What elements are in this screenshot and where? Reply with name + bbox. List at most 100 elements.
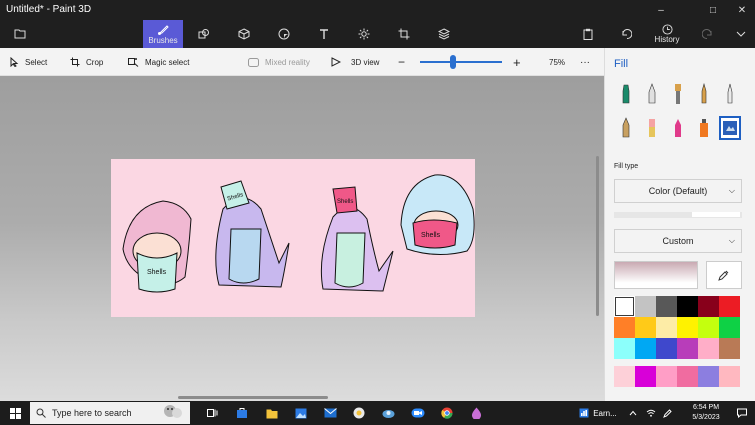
taskbar-app-zoom[interactable]	[407, 401, 429, 425]
3d-library-tab[interactable]	[434, 20, 454, 48]
color-swatch[interactable]	[698, 296, 719, 317]
color-swatch[interactable]	[614, 366, 635, 387]
select-button[interactable]: Select	[10, 48, 47, 76]
fill-tool[interactable]	[719, 116, 741, 140]
search-highlight-icon	[162, 403, 184, 423]
minimize-button[interactable]: –	[648, 0, 674, 20]
current-color-preview[interactable]	[614, 261, 698, 289]
paste-button[interactable]	[578, 20, 598, 48]
taskbar-app-mail[interactable]	[320, 401, 340, 425]
2d-shapes-tab[interactable]	[194, 20, 214, 48]
marker-tool[interactable]	[615, 82, 637, 106]
workspace[interactable]: Shells Shells Shells Shells	[0, 76, 604, 401]
history-button[interactable]: History	[650, 20, 684, 48]
3d-view-button[interactable]: 3D view	[331, 48, 379, 76]
color-swatch[interactable]	[635, 338, 656, 359]
taskbar-app-generic[interactable]	[378, 401, 398, 425]
color-swatch[interactable]	[614, 338, 635, 359]
taskbar-clock[interactable]: 6:54 PM 5/3/2023	[684, 403, 728, 423]
color-swatch[interactable]	[677, 317, 698, 338]
crayon-tool[interactable]	[667, 116, 689, 140]
color-swatch[interactable]	[677, 366, 698, 387]
collapse-ribbon-button[interactable]	[731, 20, 751, 48]
character-figure: Shells	[400, 174, 475, 255]
color-swatch[interactable]	[635, 317, 656, 338]
brushes-tab[interactable]: Brushes	[143, 20, 183, 48]
earn-widget[interactable]: Earn...	[574, 401, 622, 425]
effects-tab[interactable]	[354, 20, 374, 48]
color-swatch[interactable]	[698, 366, 719, 387]
pen-button[interactable]	[660, 401, 674, 425]
watercolor-tool[interactable]	[693, 82, 715, 106]
custom-color-palette	[614, 366, 744, 387]
horizontal-scrollbar[interactable]	[178, 396, 328, 399]
calligraphy-pen-tool[interactable]	[641, 82, 663, 106]
mail-icon	[323, 408, 337, 418]
task-view-button[interactable]	[202, 401, 222, 425]
zoom-out-button[interactable]: −	[398, 48, 405, 76]
start-button[interactable]	[4, 401, 26, 425]
color-mode-dropdown[interactable]: Custom ⌵	[614, 229, 742, 253]
spray-can-tool[interactable]	[693, 116, 715, 140]
drawing-canvas[interactable]: Shells Shells Shells Shells	[111, 159, 475, 317]
fill-type-dropdown[interactable]: Color (Default) ⌵	[614, 179, 742, 203]
maximize-button[interactable]: □	[700, 0, 726, 20]
color-swatch[interactable]	[698, 338, 719, 359]
color-swatch[interactable]	[719, 338, 740, 359]
zoom-in-button[interactable]: +	[513, 48, 521, 76]
thickness-fill	[692, 212, 740, 217]
eraser-tool[interactable]	[641, 116, 663, 140]
color-swatch[interactable]	[719, 296, 740, 317]
redo-button[interactable]	[698, 20, 718, 48]
more-options-button[interactable]: ···	[580, 48, 590, 76]
eyedropper-button[interactable]	[706, 261, 742, 289]
color-swatch[interactable]	[719, 317, 740, 338]
color-swatch[interactable]	[677, 338, 698, 359]
pencil-tool[interactable]	[615, 116, 637, 140]
zoom-slider-thumb[interactable]	[449, 55, 456, 69]
color-swatch[interactable]	[656, 366, 677, 387]
taskbar-app-paint3d[interactable]	[466, 401, 486, 425]
color-swatch[interactable]	[656, 338, 677, 359]
taskbar-app-explorer[interactable]	[262, 401, 282, 425]
taskbar-app-chrome-2[interactable]	[437, 401, 457, 425]
zoom-slider-track[interactable]	[420, 61, 502, 63]
notifications-button[interactable]	[734, 401, 750, 425]
shapes-2d-icon	[198, 29, 209, 39]
color-swatch[interactable]	[635, 366, 656, 387]
taskbar-app-store[interactable]	[232, 401, 252, 425]
canvas-tab[interactable]	[394, 20, 414, 48]
mixed-reality-button[interactable]: Mixed reality	[248, 48, 310, 76]
3d-shapes-tab[interactable]	[234, 20, 254, 48]
color-swatch[interactable]	[614, 317, 635, 338]
color-swatch[interactable]	[719, 366, 740, 387]
color-swatch[interactable]	[614, 296, 635, 317]
taskbar-search[interactable]: Type here to search	[30, 402, 190, 424]
chevron-down-icon: ⌵	[728, 236, 735, 245]
taskbar-app-photos[interactable]	[291, 401, 311, 425]
zoom-level[interactable]: 75%	[549, 48, 565, 76]
crop-icon	[70, 57, 80, 67]
vertical-scrollbar[interactable]	[596, 156, 599, 316]
color-swatch[interactable]	[656, 296, 677, 317]
close-button[interactable]: ✕	[729, 0, 755, 20]
taskbar-app-chrome[interactable]	[349, 401, 369, 425]
color-swatch[interactable]	[635, 296, 656, 317]
color-swatch[interactable]	[656, 317, 677, 338]
crop-button[interactable]: Crop	[70, 48, 103, 76]
tray-overflow-button[interactable]	[626, 401, 640, 425]
network-button[interactable]	[644, 401, 658, 425]
brushes-label: Brushes	[148, 35, 178, 45]
text-tab[interactable]	[314, 20, 334, 48]
oil-brush-tool[interactable]	[667, 82, 689, 106]
color-swatch[interactable]	[677, 296, 698, 317]
menu-button[interactable]	[8, 20, 32, 48]
character-figure: Shells	[215, 180, 290, 288]
stickers-tab[interactable]	[274, 20, 294, 48]
pixel-pen-tool[interactable]	[719, 82, 741, 106]
magic-select-button[interactable]: Magic select	[128, 48, 189, 76]
history-label: History	[654, 35, 680, 44]
paint3d-app: Untitled* - Paint 3D – □ ✕ Brushes Histo…	[0, 0, 755, 425]
undo-button[interactable]	[616, 20, 636, 48]
color-swatch[interactable]	[698, 317, 719, 338]
